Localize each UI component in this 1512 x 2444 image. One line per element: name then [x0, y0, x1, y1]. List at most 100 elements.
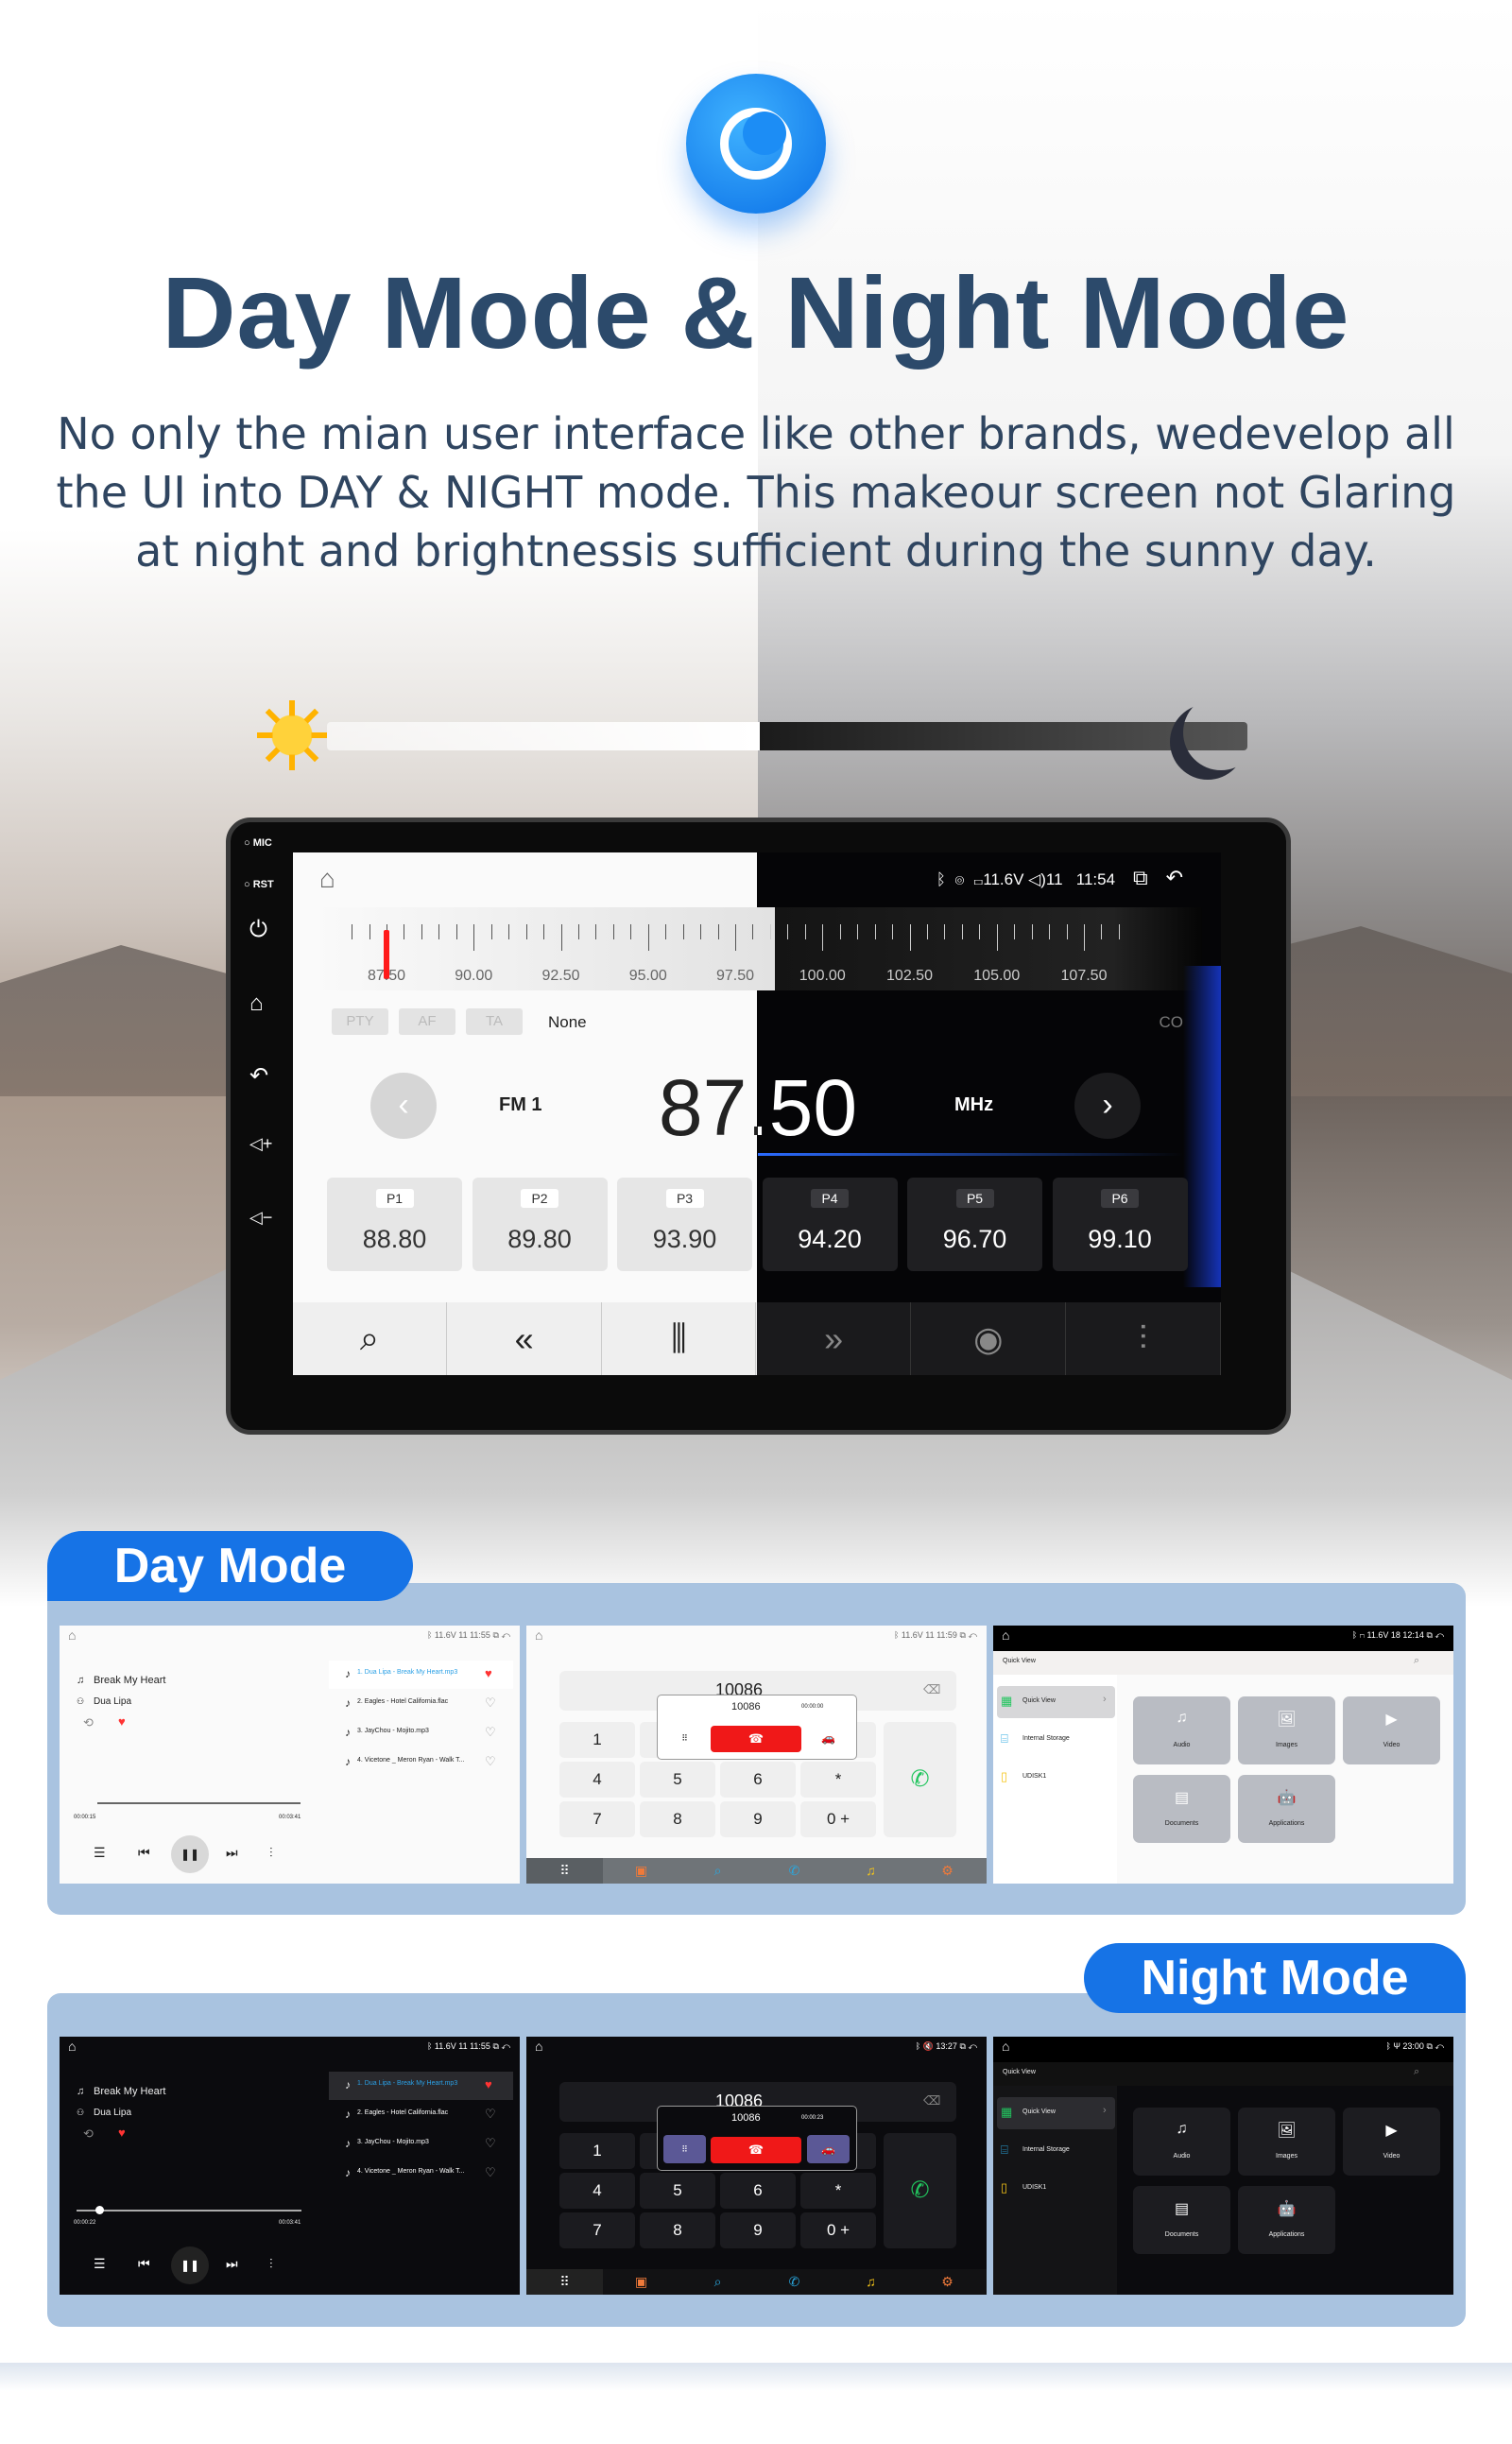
dial-key[interactable]: 6 [720, 2173, 796, 2209]
sidebar-item[interactable]: ⌸ Internal Storage [997, 2135, 1115, 2167]
search-icon[interactable]: ⌕ [1414, 2066, 1419, 2078]
keypad-tab[interactable]: ⠿ [526, 2269, 603, 2295]
preset-button-p2[interactable]: P2 89.80 [472, 1178, 608, 1271]
search-tab[interactable]: ⌕ [679, 1858, 756, 1884]
keypad-button[interactable]: ⠿ [663, 1724, 706, 1752]
progress-bar[interactable] [97, 1802, 301, 1804]
dial-key[interactable]: 4 [559, 2173, 635, 2209]
call-button[interactable]: ✆ [884, 2133, 956, 2248]
home-icon[interactable]: ⌂ [68, 2039, 76, 2054]
pty-button[interactable]: PTY [332, 1008, 388, 1035]
dial-key[interactable]: 5 [640, 1762, 715, 1798]
preset-button-p3[interactable]: P3 93.90 [617, 1178, 752, 1271]
tile-images[interactable]: 🖼 Images [1238, 2108, 1335, 2176]
pause-button[interactable]: ❚❚ [171, 1835, 209, 1873]
volume-up-icon[interactable]: ◁+ [249, 1134, 272, 1154]
home-icon[interactable]: ⌂ [1002, 2039, 1009, 2054]
tile-documents[interactable]: ▤ Documents [1133, 2186, 1230, 2254]
back-icon[interactable]: ↶ [1435, 1630, 1444, 1640]
sidebar-item[interactable]: ⌸ Internal Storage [997, 1724, 1115, 1756]
recent-apps-icon[interactable]: ⧉ [1133, 866, 1148, 889]
keypad-button[interactable]: ⠿ [663, 2135, 706, 2163]
playlist-item[interactable]: ♪ 2. Eagles - Hotel California.flac ♡ [329, 2101, 513, 2129]
equalizer-button[interactable]: ⫶ [269, 1845, 273, 1861]
dial-key[interactable]: 0 + [800, 1801, 876, 1837]
sidebar-item[interactable]: ▯ UDISK1 [997, 1762, 1115, 1794]
dial-key[interactable]: 1 [559, 1722, 635, 1758]
backspace-icon[interactable]: ⌫ [923, 2093, 940, 2108]
preset-button-p4[interactable]: P4 94.20 [762, 1178, 898, 1271]
favorite-icon[interactable]: ♥ [118, 2126, 126, 2140]
dial-key[interactable]: 7 [559, 2212, 635, 2248]
back-icon[interactable]: ↶ [968, 2041, 977, 2051]
dial-key[interactable]: 8 [640, 2212, 715, 2248]
repeat-icon[interactable]: ⟲ [83, 1715, 94, 1730]
preset-button-p5[interactable]: P5 96.70 [907, 1178, 1042, 1271]
sidebar-item[interactable]: ▦ Quick View › [997, 2097, 1115, 2129]
settings-tab[interactable]: ⚙ [909, 2269, 986, 2295]
rst-button[interactable]: ○ RST [244, 879, 274, 890]
radio-signal-button[interactable]: ◉ [912, 1302, 1066, 1375]
heart-icon[interactable]: ♡ [485, 2165, 496, 2180]
playlist-item[interactable]: ♪ 3. JayChou - Mojito.mp3 ♡ [329, 1719, 513, 1747]
contacts-tab[interactable]: ▣ [603, 2269, 679, 2295]
music-tab[interactable]: ♫ [833, 2269, 909, 2295]
playlist-item[interactable]: ♪ 3. JayChou - Mojito.mp3 ♡ [329, 2130, 513, 2159]
tile-images[interactable]: 🖼 Images [1238, 1696, 1335, 1764]
playlist-item[interactable]: ♪ 1. Dua Lipa - Break My Heart.mp3 ♥ [329, 1661, 513, 1689]
playlist-item[interactable]: ♪ 4. Vicetone _ Meron Ryan - Walk T... ♡ [329, 1748, 513, 1777]
dial-key[interactable]: * [800, 1762, 876, 1798]
backspace-icon[interactable]: ⌫ [923, 1682, 940, 1697]
recent-apps-icon[interactable]: ⧉ [490, 2041, 501, 2051]
ta-button[interactable]: TA [466, 1008, 523, 1035]
recent-apps-icon[interactable]: ⧉ [957, 2041, 968, 2051]
favorite-icon[interactable]: ♥ [118, 1714, 126, 1729]
contacts-tab[interactable]: ▣ [603, 1858, 679, 1884]
power-icon[interactable]: ⏻ [249, 917, 267, 943]
playlist-item[interactable]: ♪ 1. Dua Lipa - Break My Heart.mp3 ♥ [329, 2072, 513, 2100]
next-button[interactable]: ⏭ [226, 1845, 238, 1861]
home-icon[interactable]: ⌂ [319, 864, 335, 894]
tile-applications[interactable]: 🤖 Applications [1238, 1775, 1335, 1843]
back-icon[interactable]: ↶ [1435, 2041, 1444, 2051]
dial-key[interactable]: 9 [720, 1801, 796, 1837]
equalizer-button[interactable]: ⫶ [1067, 1302, 1221, 1375]
equalizer-button[interactable]: ⫶ [269, 2256, 273, 2272]
call-log-tab[interactable]: ✆ [756, 1858, 833, 1884]
dial-key[interactable]: 1 [559, 2133, 635, 2169]
home-icon[interactable]: ⌂ [535, 1627, 542, 1643]
next-button[interactable]: ⏭ [226, 2256, 238, 2272]
recent-apps-icon[interactable]: ⧉ [490, 1630, 501, 1640]
dial-key[interactable]: * [800, 2173, 876, 2209]
heart-icon[interactable]: ♡ [485, 1725, 496, 1740]
back-icon[interactable]: ↶ [501, 1630, 510, 1640]
dial-key[interactable]: 7 [559, 1801, 635, 1837]
dial-key[interactable]: 8 [640, 1801, 715, 1837]
seek-forward-button[interactable]: » [757, 1302, 912, 1375]
progress-bar[interactable] [77, 2210, 301, 2212]
tile-audio[interactable]: ♫ Audio [1133, 2108, 1230, 2176]
recent-apps-icon[interactable]: ⧉ [1424, 2041, 1435, 2051]
settings-tab[interactable]: ⚙ [909, 1858, 986, 1884]
seek-back-button[interactable]: « [448, 1302, 602, 1375]
prev-station-button[interactable]: ‹ [370, 1073, 437, 1139]
tile-documents[interactable]: ▤ Documents [1133, 1775, 1230, 1843]
playlist-button[interactable]: ☰ [94, 1845, 106, 1861]
back-icon[interactable]: ↶ [1166, 866, 1183, 889]
call-button[interactable]: ✆ [884, 1722, 956, 1837]
heart-icon[interactable]: ♥ [485, 1666, 492, 1680]
next-station-button[interactable]: › [1074, 1073, 1141, 1139]
progress-knob[interactable] [94, 2206, 104, 2214]
pause-button[interactable]: ❚❚ [171, 2246, 209, 2284]
dial-key[interactable]: 9 [720, 2212, 796, 2248]
heart-icon[interactable]: ♡ [485, 2136, 496, 2151]
playlist-button[interactable]: ☰ [94, 2256, 106, 2272]
preset-button-p1[interactable]: P1 88.80 [327, 1178, 462, 1271]
recent-apps-icon[interactable]: ⧉ [1424, 1630, 1435, 1640]
tile-applications[interactable]: 🤖 Applications [1238, 2186, 1335, 2254]
preset-button-p6[interactable]: P6 99.10 [1052, 1178, 1188, 1271]
dial-key[interactable]: 0 + [800, 2212, 876, 2248]
car-audio-button[interactable]: 🚗 [807, 1724, 850, 1752]
heart-icon[interactable]: ♡ [485, 2107, 496, 2122]
previous-button[interactable]: ⏮ [138, 1845, 150, 1861]
